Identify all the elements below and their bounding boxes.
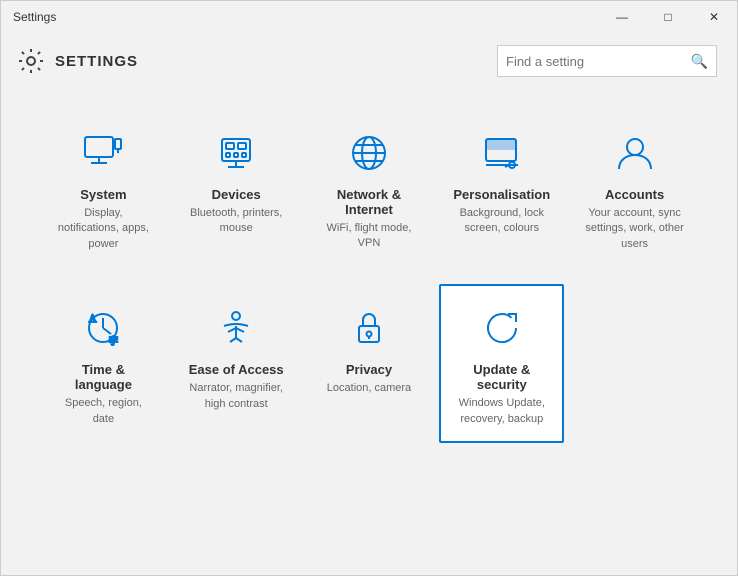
svg-text:字: 字	[109, 335, 118, 346]
ease-title: Ease of Access	[189, 362, 284, 377]
update-desc: Windows Update, recovery, backup	[451, 396, 552, 427]
network-desc: WiFi, flight mode, VPN	[319, 221, 420, 252]
system-icon	[79, 129, 127, 177]
app-title: SETTINGS	[55, 53, 138, 70]
tile-personalisation[interactable]: Personalisation Background, lock screen,…	[439, 109, 564, 268]
tile-update[interactable]: Update & security Windows Update, recove…	[439, 284, 564, 443]
title-bar: Settings — □ ✕	[1, 1, 737, 33]
devices-icon	[212, 129, 260, 177]
settings-window: Settings — □ ✕ SETTINGS 🔍	[0, 0, 738, 576]
ease-icon	[212, 304, 260, 352]
time-title: Time & language	[53, 362, 154, 392]
accounts-title: Accounts	[605, 187, 664, 202]
window-title: Settings	[13, 10, 56, 24]
personalisation-desc: Background, lock screen, colours	[451, 206, 552, 237]
privacy-title: Privacy	[346, 362, 392, 377]
app-header: SETTINGS 🔍	[1, 33, 737, 89]
header-left: SETTINGS	[17, 47, 138, 75]
ease-desc: Narrator, magnifier, high contrast	[186, 381, 287, 412]
devices-desc: Bluetooth, printers, mouse	[186, 206, 287, 237]
personalisation-title: Personalisation	[453, 187, 550, 202]
minimize-button[interactable]: —	[599, 1, 645, 33]
privacy-icon	[345, 304, 393, 352]
accounts-desc: Your account, sync settings, work, other…	[584, 206, 685, 252]
maximize-button[interactable]: □	[645, 1, 691, 33]
tile-accounts[interactable]: Accounts Your account, sync settings, wo…	[572, 109, 697, 268]
network-title: Network & Internet	[319, 187, 420, 217]
search-box[interactable]: 🔍	[497, 45, 717, 77]
search-input[interactable]	[506, 54, 691, 69]
update-icon	[478, 304, 526, 352]
tile-network[interactable]: Network & Internet WiFi, flight mode, VP…	[307, 109, 432, 268]
window-controls: — □ ✕	[599, 1, 737, 33]
svg-text:A: A	[89, 314, 97, 325]
devices-title: Devices	[212, 187, 261, 202]
update-title: Update & security	[451, 362, 552, 392]
tile-ease[interactable]: Ease of Access Narrator, magnifier, high…	[174, 284, 299, 443]
network-icon	[345, 129, 393, 177]
settings-gear-icon	[17, 47, 45, 75]
time-desc: Speech, region, date	[53, 396, 154, 427]
close-button[interactable]: ✕	[691, 1, 737, 33]
tile-system[interactable]: System Display, notifications, apps, pow…	[41, 109, 166, 268]
settings-content: System Display, notifications, apps, pow…	[1, 89, 737, 575]
tile-time[interactable]: A 字 Time & language Speech, region, date	[41, 284, 166, 443]
personalisation-icon	[478, 129, 526, 177]
accounts-icon	[611, 129, 659, 177]
system-desc: Display, notifications, apps, power	[53, 206, 154, 252]
tile-privacy[interactable]: Privacy Location, camera	[307, 284, 432, 443]
search-icon: 🔍	[691, 53, 708, 70]
tile-devices[interactable]: Devices Bluetooth, printers, mouse	[174, 109, 299, 268]
privacy-desc: Location, camera	[327, 381, 411, 396]
settings-grid: System Display, notifications, apps, pow…	[41, 109, 697, 443]
system-title: System	[80, 187, 126, 202]
time-icon: A 字	[79, 304, 127, 352]
